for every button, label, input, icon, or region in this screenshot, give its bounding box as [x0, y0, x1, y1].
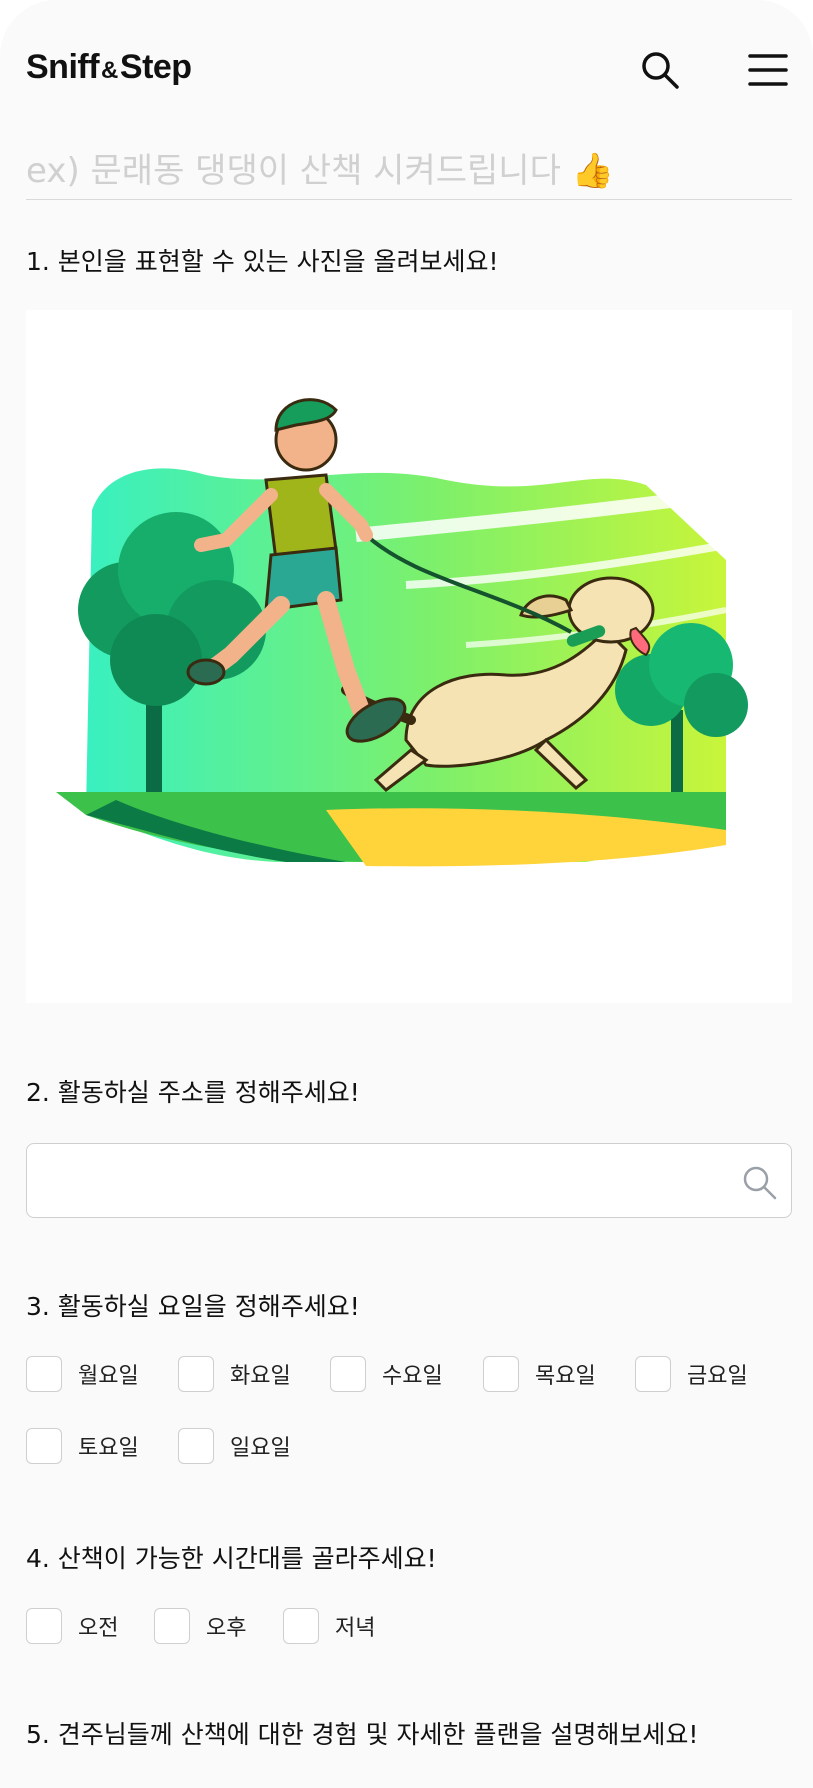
- logo-text-step: Step: [119, 48, 192, 86]
- address-input[interactable]: [43, 1144, 727, 1219]
- checkbox[interactable]: [635, 1356, 671, 1392]
- day-checkbox-fri[interactable]: 금요일: [635, 1356, 748, 1392]
- day-checkbox-wed[interactable]: 수요일: [330, 1356, 443, 1392]
- checkbox[interactable]: [26, 1608, 62, 1644]
- checkbox[interactable]: [26, 1356, 62, 1392]
- header: Sniff&Step: [0, 0, 813, 140]
- checkbox[interactable]: [26, 1428, 62, 1464]
- search-icon: [642, 52, 679, 89]
- question-days: 3. 활동하실 요일을 정해주세요!: [26, 1292, 360, 1321]
- day-checkbox-sat[interactable]: 토요일: [26, 1428, 139, 1464]
- time-checkbox-afternoon[interactable]: 오후: [154, 1608, 246, 1644]
- search-button[interactable]: [636, 46, 684, 94]
- checkbox[interactable]: [283, 1608, 319, 1644]
- day-checkbox-tue[interactable]: 화요일: [178, 1356, 291, 1392]
- question-time: 4. 산책이 가능한 시간대를 골라주세요!: [26, 1544, 437, 1573]
- question-plan: 5. 견주님들께 산책에 대한 경험 및 자세한 플랜을 설명해보세요!: [26, 1720, 699, 1749]
- checkbox[interactable]: [154, 1608, 190, 1644]
- day-label: 목요일: [535, 1364, 596, 1389]
- time-checkbox-morning[interactable]: 오전: [26, 1608, 118, 1644]
- logo-ampersand: &: [101, 57, 118, 84]
- logo-text-sniff: Sniff: [26, 48, 100, 86]
- day-label: 일요일: [230, 1436, 291, 1461]
- day-label: 토요일: [78, 1436, 139, 1461]
- time-label: 오후: [206, 1616, 247, 1641]
- hamburger-menu-icon: [748, 54, 788, 86]
- profile-illustration: [56, 398, 748, 867]
- question-address: 2. 활동하실 주소를 정해주세요!: [26, 1078, 360, 1107]
- post-title-input[interactable]: [26, 143, 792, 200]
- question-photo: 1. 본인을 표현할 수 있는 사진을 올려보세요!: [26, 247, 499, 276]
- checkbox[interactable]: [178, 1428, 214, 1464]
- time-checkbox-evening[interactable]: 저녁: [283, 1608, 375, 1644]
- day-label: 금요일: [687, 1364, 748, 1389]
- day-label: 수요일: [382, 1364, 443, 1389]
- time-label: 저녁: [335, 1616, 376, 1641]
- time-label: 오전: [78, 1616, 119, 1641]
- day-label: 월요일: [78, 1364, 139, 1389]
- search-icon[interactable]: [739, 1162, 779, 1202]
- logo[interactable]: Sniff&Step: [26, 48, 192, 87]
- day-checkbox-mon[interactable]: 월요일: [26, 1356, 139, 1392]
- day-checkbox-sun[interactable]: 일요일: [178, 1428, 291, 1464]
- checkbox[interactable]: [483, 1356, 519, 1392]
- checkbox[interactable]: [178, 1356, 214, 1392]
- address-search-field[interactable]: [26, 1143, 792, 1219]
- day-label: 화요일: [230, 1364, 291, 1389]
- checkbox[interactable]: [330, 1356, 366, 1392]
- menu-button[interactable]: [744, 46, 792, 94]
- app-screen: Sniff&Step 1. 본인을 표현할 수 있는 사진을 올려보세요!: [0, 0, 813, 1788]
- day-checkbox-thu[interactable]: 목요일: [483, 1356, 596, 1392]
- photo-upload-area[interactable]: [26, 310, 792, 1003]
